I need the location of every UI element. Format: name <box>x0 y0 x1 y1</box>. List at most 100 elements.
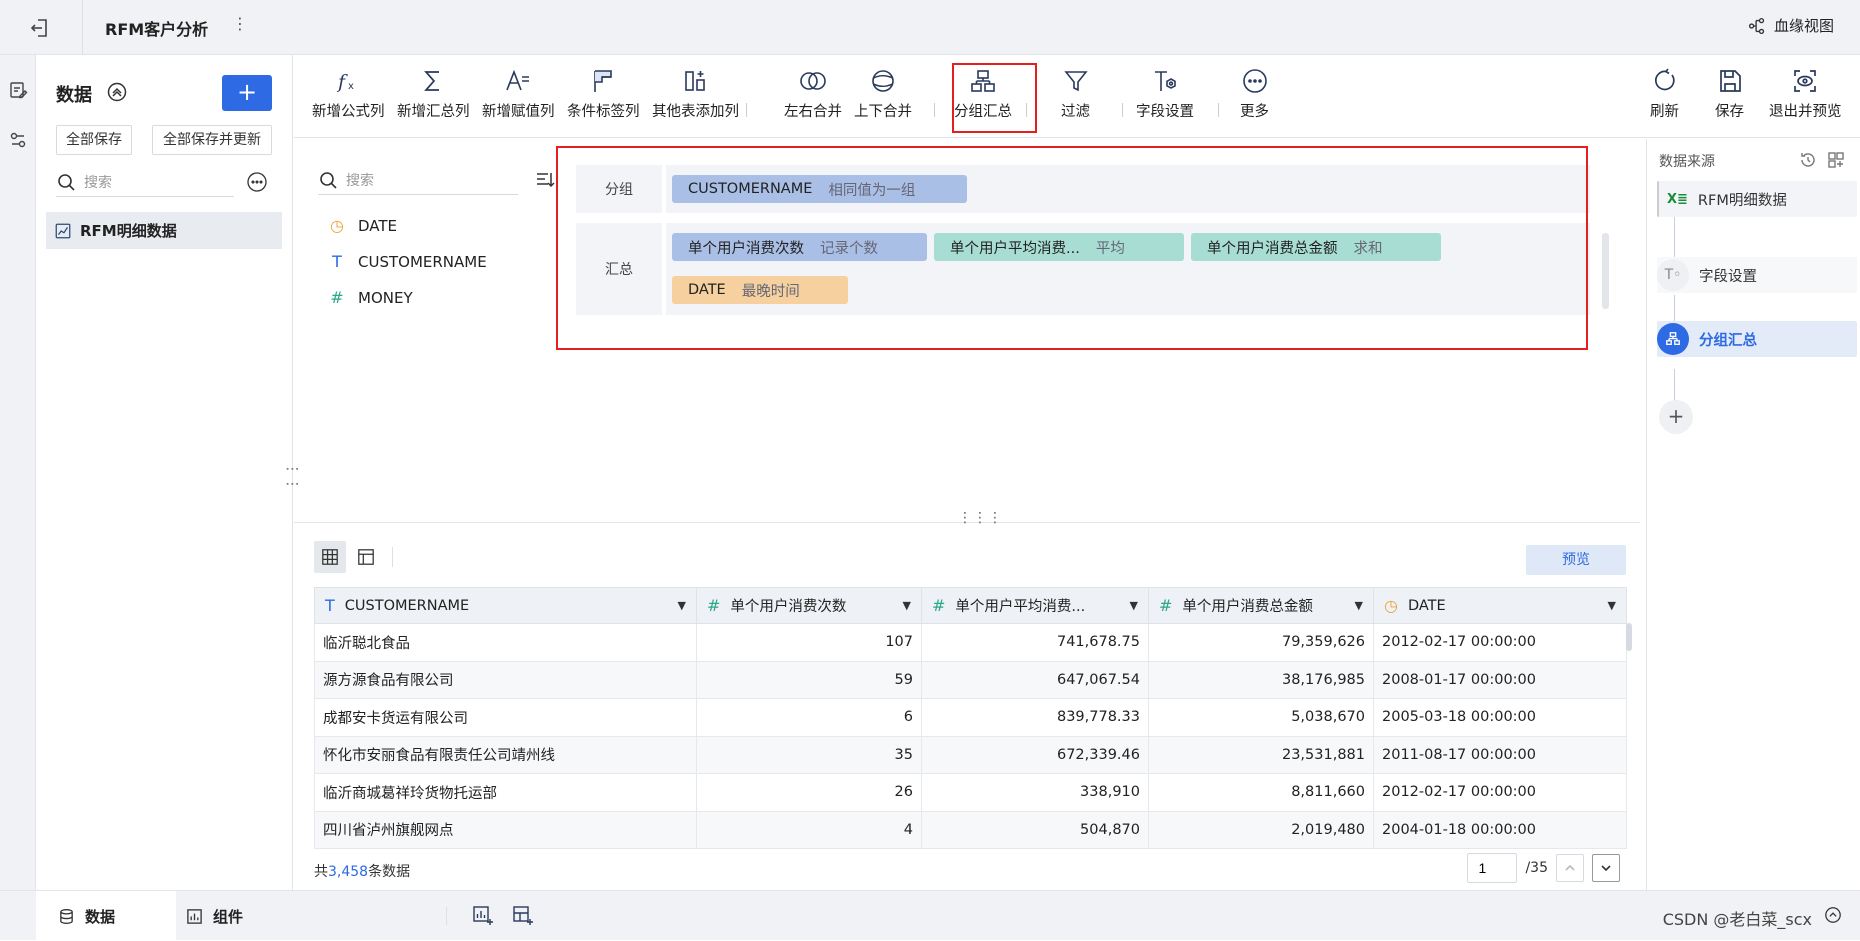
exit-preview-button[interactable]: 退出并预览 <box>1769 67 1842 121</box>
field-item-money[interactable]: # MONEY <box>328 288 412 307</box>
table-cell[interactable]: 839,778.33 <box>921 698 1149 737</box>
table-cell[interactable]: 338,910 <box>921 773 1149 812</box>
table-cell[interactable]: 临沂商城葛祥玲货物托运部 <box>314 773 697 812</box>
add-chart-icon[interactable] <box>472 905 494 927</box>
dropdown-caret-icon[interactable]: ▼ <box>1355 599 1363 612</box>
conditional-tag-column-button[interactable]: 条件标签列 <box>567 67 640 121</box>
column-header[interactable]: T CUSTOMERNAME ▼ <box>314 587 697 624</box>
table-cell[interactable]: 5,038,670 <box>1148 698 1374 737</box>
add-dashboard-icon[interactable] <box>512 905 534 927</box>
table-cell[interactable]: 672,339.46 <box>921 735 1149 774</box>
sort-fields-icon[interactable] <box>534 169 556 191</box>
prev-page-button[interactable] <box>1556 854 1584 882</box>
table-cell[interactable]: 79,359,626 <box>1148 623 1374 662</box>
more-button[interactable]: 更多 <box>1240 67 1269 121</box>
table-scrollbar[interactable] <box>1626 623 1632 651</box>
history-icon[interactable] <box>1799 151 1817 169</box>
add-formula-column-button[interactable]: fx 新增公式列 <box>312 67 385 121</box>
data-search-input[interactable]: 搜索 <box>56 167 234 197</box>
field-item-customername[interactable]: T CUSTOMERNAME <box>328 252 487 271</box>
group-summary-step-icon <box>1657 323 1689 355</box>
table-cell[interactable]: 2008-01-17 00:00:00 <box>1373 660 1627 699</box>
table-cell[interactable]: 2012-02-17 00:00:00 <box>1373 773 1627 812</box>
table-cell[interactable]: 504,870 <box>921 810 1149 849</box>
relation-icon[interactable] <box>8 130 28 150</box>
tab-components[interactable]: 组件 <box>164 891 444 941</box>
table-cell[interactable]: 源方源食品有限公司 <box>314 660 697 699</box>
collapse-icon[interactable] <box>106 81 128 103</box>
grid-view-icon[interactable] <box>314 541 346 573</box>
refresh-button[interactable]: 刷新 <box>1650 67 1679 121</box>
more-options-icon[interactable] <box>246 171 268 193</box>
total-pages: /35 <box>1525 860 1548 876</box>
table-cell[interactable]: 107 <box>696 623 922 662</box>
toolbar-divider <box>934 103 935 117</box>
dropdown-caret-icon[interactable]: ▼ <box>678 599 686 612</box>
dropdown-caret-icon[interactable]: ▼ <box>903 599 911 612</box>
excel-icon: X≣ <box>1667 191 1688 207</box>
table-header-row: T CUSTOMERNAME ▼ # 单个用户消费次数 ▼ # 单个用户平均消费... ▼ … <box>314 587 1627 624</box>
field-settings-button[interactable]: 字段设置 <box>1136 67 1194 121</box>
title-menu-icon[interactable]: ⋮ <box>232 14 249 33</box>
step-field-settings[interactable]: T◦ 字段设置 <box>1657 257 1857 293</box>
table-cell[interactable]: 647,067.54 <box>921 660 1149 699</box>
table-cell[interactable]: 741,678.75 <box>921 623 1149 662</box>
column-header[interactable]: # 单个用户平均消费... ▼ <box>921 587 1149 624</box>
tab-data[interactable]: 数据 <box>36 891 176 941</box>
table-cell[interactable]: 59 <box>696 660 922 699</box>
add-data-button[interactable]: + <box>222 75 272 111</box>
step-source[interactable]: X≣ RFM明细数据 <box>1657 181 1857 217</box>
table-cell[interactable]: 26 <box>696 773 922 812</box>
add-summary-column-button[interactable]: 新增汇总列 <box>397 67 470 121</box>
column-header[interactable]: # 单个用户消费次数 ▼ <box>696 587 922 624</box>
add-step-button[interactable]: + <box>1659 400 1693 434</box>
table-cell[interactable]: 6 <box>696 698 922 737</box>
column-header[interactable]: # 单个用户消费总金额 ▼ <box>1148 587 1374 624</box>
left-right-merge-button[interactable]: 左右合并 <box>784 67 842 121</box>
step-label: RFM明细数据 <box>1697 192 1787 209</box>
table-cell[interactable]: 35 <box>696 735 922 774</box>
preview-button[interactable]: 预览 <box>1526 545 1626 575</box>
table-cell[interactable]: 4 <box>696 810 922 849</box>
filter-button[interactable]: 过滤 <box>1061 67 1090 121</box>
dataset-item[interactable]: RFM明细数据 <box>46 212 282 249</box>
save-all-update-button[interactable]: 全部保存并更新 <box>152 125 272 155</box>
layout-icon[interactable] <box>1827 151 1845 169</box>
data-edit-icon[interactable] <box>8 80 28 100</box>
back-icon[interactable] <box>28 16 52 40</box>
field-name: CUSTOMERNAME <box>358 252 487 271</box>
next-page-button[interactable] <box>1592 854 1620 882</box>
table-cell[interactable]: 2011-08-17 00:00:00 <box>1373 735 1627 774</box>
table-cell[interactable]: 2004-01-18 00:00:00 <box>1373 810 1627 849</box>
table-cell[interactable]: 2,019,480 <box>1148 810 1374 849</box>
count-prefix: 共 <box>314 864 328 880</box>
config-scrollbar[interactable] <box>1602 233 1609 309</box>
table-cell[interactable]: 8,811,660 <box>1148 773 1374 812</box>
table-cell[interactable]: 2005-03-18 00:00:00 <box>1373 698 1627 737</box>
up-down-merge-button[interactable]: 上下合并 <box>854 67 912 121</box>
dropdown-caret-icon[interactable]: ▼ <box>1130 599 1138 612</box>
table-cell[interactable]: 23,531,881 <box>1148 735 1374 774</box>
table-cell[interactable]: 临沂聪北食品 <box>314 623 697 662</box>
table-view-icon[interactable] <box>350 541 382 573</box>
save-button[interactable]: 保存 <box>1715 67 1744 121</box>
table-cell[interactable]: 成都安卡货运有限公司 <box>314 698 697 737</box>
field-item-date[interactable]: ◷ DATE <box>328 216 397 235</box>
table-row: 四川省泸州旗舰网点 4 504,870 2,019,480 2004-01-18 00:… <box>314 810 1627 849</box>
add-assign-column-button[interactable]: 新增赋值列 <box>482 67 555 121</box>
lineage-view-button[interactable]: 血缘视图 <box>1748 15 1834 36</box>
vertical-resize-handle[interactable]: ⋮⋮ <box>284 462 300 492</box>
step-group-summary[interactable]: 分组汇总 <box>1657 321 1857 357</box>
clock-icon: ◷ <box>330 216 344 235</box>
table-cell[interactable]: 38,176,985 <box>1148 660 1374 699</box>
table-cell[interactable]: 怀化市安丽食品有限责任公司靖州线 <box>314 735 697 774</box>
table-cell[interactable]: 2012-02-17 00:00:00 <box>1373 623 1627 662</box>
save-all-button[interactable]: 全部保存 <box>56 125 132 155</box>
page-input[interactable] <box>1467 853 1518 883</box>
add-column-from-other-table-button[interactable]: 其他表添加列 <box>652 67 739 121</box>
field-search-input[interactable]: 搜索 <box>318 165 518 195</box>
table-cell[interactable]: 四川省泸州旗舰网点 <box>314 810 697 849</box>
dropdown-caret-icon[interactable]: ▼ <box>1608 599 1616 612</box>
collapse-up-icon[interactable] <box>1824 906 1842 924</box>
column-header[interactable]: ◷ DATE ▼ <box>1373 587 1627 624</box>
